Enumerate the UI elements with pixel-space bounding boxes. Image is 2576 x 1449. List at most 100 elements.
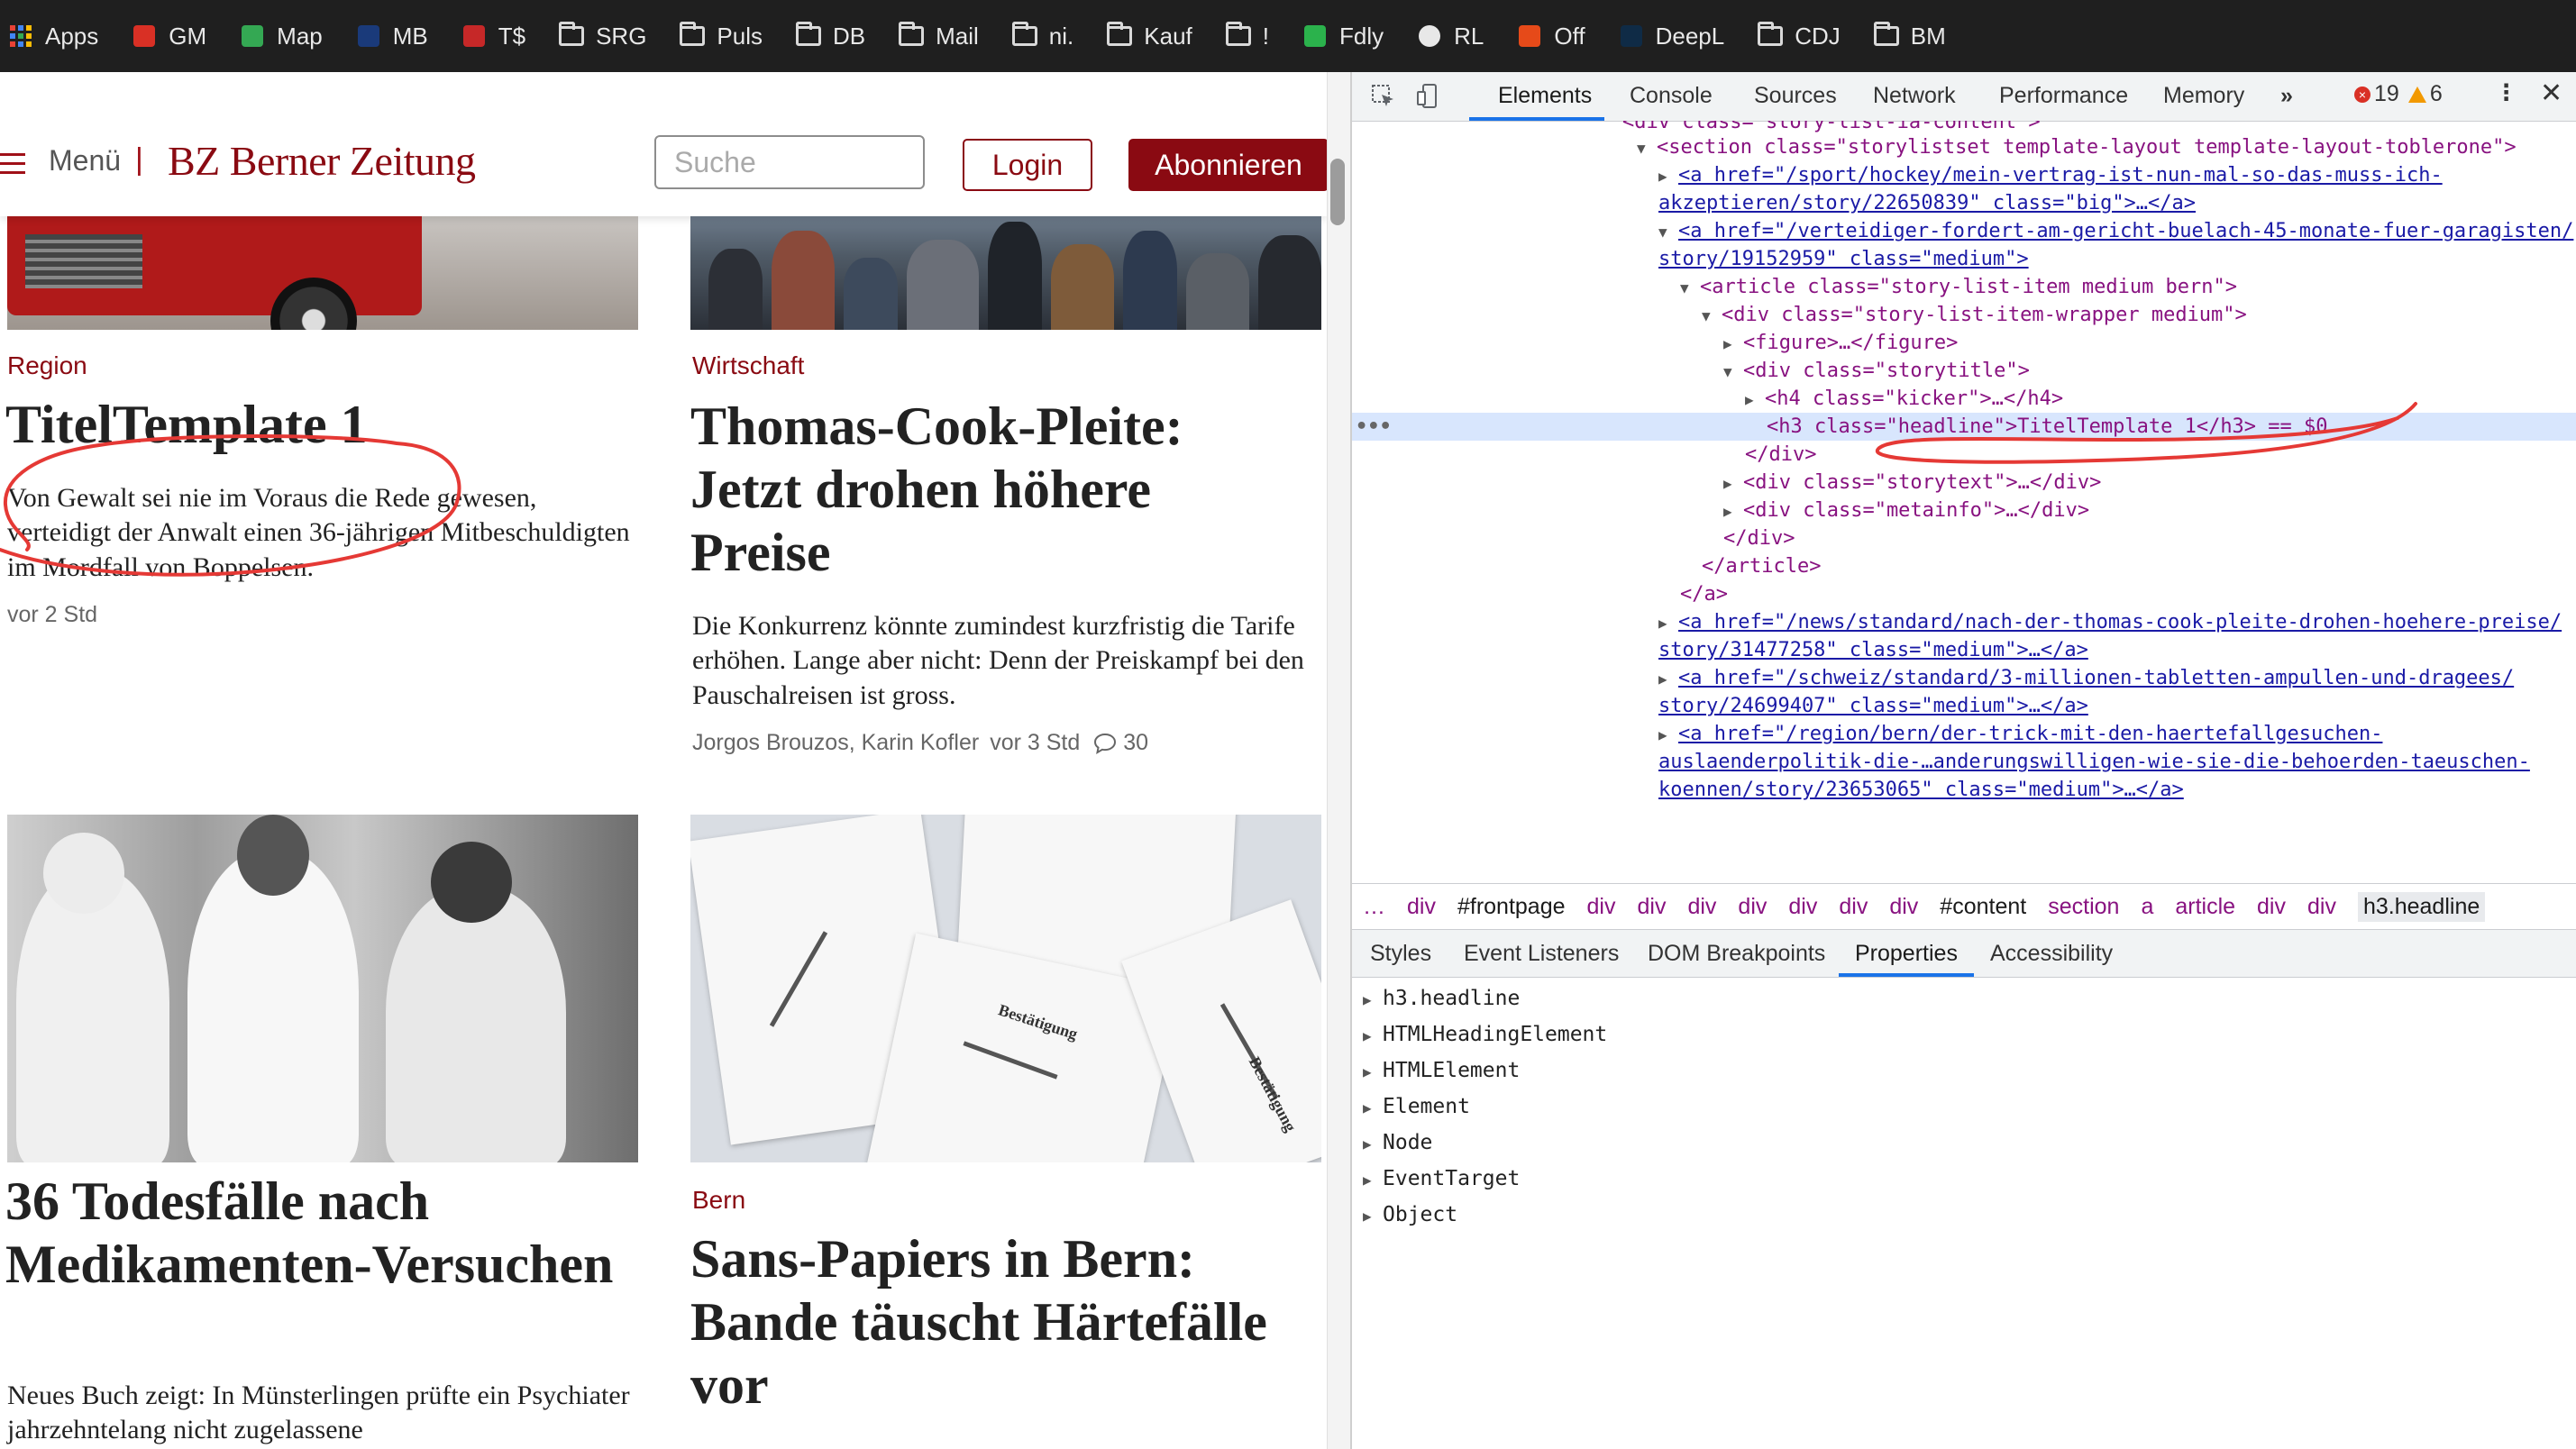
breadcrumb-item[interactable]: div bbox=[1407, 894, 1436, 920]
tab-elements[interactable]: Elements bbox=[1498, 83, 1592, 109]
collapse-arrow-icon[interactable]: ▶ bbox=[1723, 469, 1743, 497]
article-lead[interactable]: Neues Buch zeigt: In Münsterlingen prüft… bbox=[7, 1379, 638, 1448]
collapse-arrow-icon[interactable]: ▶ bbox=[1723, 497, 1743, 525]
dom-node[interactable]: ▼ <div class="storytitle"> bbox=[1723, 357, 2030, 385]
article-lead[interactable]: Von Gewalt sei nie im Voraus die Rede ge… bbox=[7, 481, 638, 585]
collapse-arrow-icon[interactable]: ▶ bbox=[1363, 982, 1383, 1018]
breadcrumb-item[interactable]: div bbox=[2307, 894, 2336, 920]
dom-node-continuation[interactable]: auslaenderpolitik-die-…anderungswilligen… bbox=[1658, 748, 2530, 776]
breadcrumb-item[interactable]: div bbox=[1587, 894, 1616, 920]
dom-node[interactable]: ▶ <div class="storytext">…</div> bbox=[1723, 469, 2101, 497]
dom-node[interactable]: </div> bbox=[1745, 441, 1816, 469]
subscribe-button[interactable]: Abonnieren bbox=[1128, 139, 1327, 191]
bookmark-db[interactable]: DB bbox=[795, 22, 865, 50]
dom-node[interactable]: </div> bbox=[1723, 524, 1795, 552]
comment-icon[interactable] bbox=[1092, 732, 1118, 755]
dom-node[interactable]: </a> bbox=[1680, 580, 1728, 608]
subtab-accessibility[interactable]: Accessibility bbox=[1990, 941, 2113, 967]
bookmark-ni[interactable]: ni. bbox=[1011, 22, 1073, 50]
collapse-arrow-icon[interactable]: ▶ bbox=[1363, 1198, 1383, 1235]
inspect-element-icon[interactable] bbox=[1370, 83, 1397, 110]
article-kicker[interactable]: Wirtschaft bbox=[692, 351, 804, 380]
bookmark-mb[interactable]: MB bbox=[355, 23, 428, 50]
close-icon[interactable]: ✕ bbox=[2540, 77, 2562, 109]
crowd-photo[interactable] bbox=[690, 216, 1321, 330]
bookmark-fdly[interactable]: Fdly bbox=[1302, 23, 1384, 50]
nurses-photo[interactable] bbox=[7, 815, 638, 1162]
search-input[interactable] bbox=[654, 135, 925, 189]
menu-label[interactable]: Menü bbox=[49, 144, 121, 178]
subtab-event-listeners[interactable]: Event Listeners bbox=[1464, 941, 1619, 967]
breadcrumb-item[interactable]: h3.headline bbox=[2357, 891, 2486, 922]
collapse-arrow-icon[interactable]: ▶ bbox=[1723, 330, 1743, 358]
article-kicker[interactable]: Region bbox=[7, 351, 87, 380]
breadcrumb-item[interactable]: a bbox=[2141, 894, 2153, 920]
subtab-dom-breakpoints[interactable]: DOM Breakpoints bbox=[1648, 941, 1825, 967]
error-counter[interactable]: × 19 6 bbox=[2354, 81, 2443, 107]
property-row[interactable]: ▶ HTMLElement bbox=[1363, 1053, 1520, 1089]
page-scrollbar-thumb[interactable] bbox=[1330, 159, 1345, 225]
breadcrumb-item[interactable]: div bbox=[1637, 894, 1666, 920]
bookmark-kauf[interactable]: Kauf bbox=[1106, 22, 1192, 50]
property-row[interactable]: ▶ HTMLHeadingElement bbox=[1363, 1016, 1607, 1053]
article-kicker[interactable]: Bern bbox=[692, 1186, 745, 1215]
tab-network[interactable]: Network bbox=[1873, 83, 1956, 109]
collapse-arrow-icon[interactable]: ▶ bbox=[1658, 665, 1678, 693]
page-scrollbar[interactable] bbox=[1327, 72, 1351, 1449]
article-headline[interactable]: Thomas-Cook-Pleite: Jetzt drohen höhere … bbox=[690, 395, 1303, 585]
expand-arrow-icon[interactable]: ▼ bbox=[1680, 274, 1700, 302]
dom-node[interactable]: ▶ <a href="/sport/hockey/mein-vertrag-ist… bbox=[1658, 161, 2443, 189]
bookmark-gm[interactable]: GM bbox=[131, 23, 206, 50]
truck-photo[interactable] bbox=[7, 216, 638, 330]
site-logo[interactable]: BZ Berner Zeitung bbox=[168, 137, 476, 185]
bookmark-off[interactable]: Off bbox=[1516, 23, 1585, 50]
article-lead[interactable]: Die Konkurrenz könnte zumindest kurzfris… bbox=[692, 609, 1323, 713]
bookmark-map[interactable]: Map bbox=[239, 23, 323, 50]
tab-console[interactable]: Console bbox=[1630, 83, 1713, 109]
collapse-arrow-icon[interactable]: ▶ bbox=[1363, 1090, 1383, 1126]
expand-arrow-icon[interactable]: ▼ bbox=[1637, 134, 1657, 162]
property-row[interactable]: ▶ h3.headline bbox=[1363, 980, 1520, 1016]
article-headline[interactable]: 36 Todesfälle nach Medikamenten-Versuche… bbox=[5, 1170, 636, 1296]
dom-node-continuation[interactable]: story/19152959" class="medium"> bbox=[1658, 245, 2029, 273]
breadcrumb-item[interactable]: section bbox=[2048, 894, 2119, 920]
article-headline[interactable]: Sans-Papiers in Bern: Bande täuscht Härt… bbox=[690, 1227, 1321, 1417]
breadcrumb-item[interactable]: div bbox=[1687, 894, 1716, 920]
collapse-arrow-icon[interactable]: ▶ bbox=[1745, 386, 1765, 414]
dom-node[interactable]: </article> bbox=[1702, 552, 1821, 580]
breadcrumb-item[interactable]: div bbox=[1738, 894, 1767, 920]
collapse-arrow-icon[interactable]: ▶ bbox=[1658, 609, 1678, 637]
dom-node-continuation[interactable]: koennen/story/23653065" class="medium">…… bbox=[1658, 776, 2184, 804]
tab-memory[interactable]: Memory bbox=[2163, 83, 2244, 109]
property-row[interactable]: ▶ EventTarget bbox=[1363, 1161, 1520, 1197]
node-actions-icon[interactable]: ••• bbox=[1356, 413, 1392, 441]
dom-node-selected[interactable]: ••• <h3 class="headline">TitelTemplate 1… bbox=[1352, 413, 2576, 441]
comment-count[interactable]: 30 bbox=[1123, 730, 1148, 756]
dom-node[interactable]: ▼ <section class="storylistset template-l… bbox=[1637, 133, 2517, 161]
collapse-arrow-icon[interactable]: ▶ bbox=[1363, 1162, 1383, 1198]
login-button[interactable]: Login bbox=[963, 139, 1092, 191]
dom-node-continuation[interactable]: akzeptieren/story/22650839" class="big">… bbox=[1658, 189, 2196, 217]
bookmark-srg[interactable]: SRG bbox=[558, 22, 646, 50]
collapse-arrow-icon[interactable]: ▶ bbox=[1363, 1126, 1383, 1162]
documents-photo[interactable]: Bestätigung Bestätigung bbox=[690, 815, 1321, 1162]
breadcrumb-item[interactable]: div bbox=[2257, 894, 2286, 920]
dom-node[interactable]: ▶ <figure>…</figure> bbox=[1723, 329, 1958, 357]
dom-node[interactable]: ▶ <a href="/region/bern/der-trick-mit-den… bbox=[1658, 720, 2382, 748]
bookmark-cdj[interactable]: CDJ bbox=[1757, 22, 1841, 50]
subtab-properties[interactable]: Properties bbox=[1855, 941, 1958, 967]
bookmark-bm[interactable]: BM bbox=[1873, 22, 1946, 50]
hamburger-icon[interactable] bbox=[0, 153, 25, 180]
bookmark-t[interactable]: T$ bbox=[461, 23, 525, 50]
bookmark-apps[interactable]: Apps bbox=[7, 23, 98, 50]
breadcrumb-item[interactable]: div bbox=[1889, 894, 1918, 920]
bookmark-[interactable]: ! bbox=[1225, 22, 1269, 50]
dom-node-continuation[interactable]: story/31477258" class="medium">…</a> bbox=[1658, 636, 2088, 664]
property-row[interactable]: ▶ Element bbox=[1363, 1089, 1470, 1125]
breadcrumb-item[interactable]: #frontpage bbox=[1457, 894, 1566, 920]
dom-node[interactable]: ▼ <div class="story-list-item-wrapper med… bbox=[1702, 301, 2247, 329]
kebab-menu-icon[interactable]: ⋮ bbox=[2495, 79, 2517, 106]
article-headline[interactable]: TitelTemplate 1 bbox=[5, 393, 368, 457]
expand-arrow-icon[interactable]: ▼ bbox=[1658, 218, 1678, 246]
dom-node[interactable]: ▼ <a href="/verteidiger-fordert-am-gerich… bbox=[1658, 217, 2573, 245]
